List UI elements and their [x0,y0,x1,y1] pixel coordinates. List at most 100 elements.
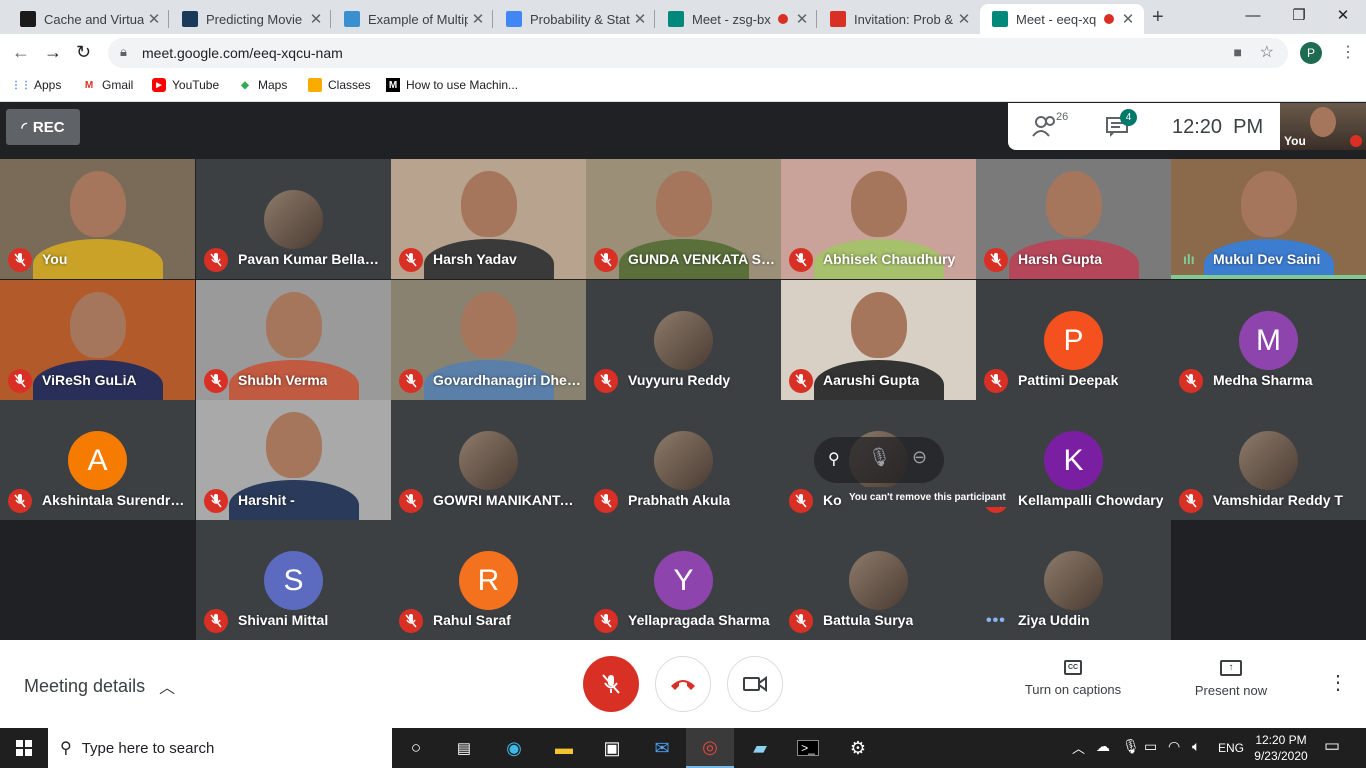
task-view-button[interactable]: ▤ [440,728,488,768]
more-options-icon[interactable]: ⋮ [1328,670,1348,695]
participant-tile[interactable]: Prabhath Akula [586,400,781,520]
participant-tile[interactable]: M Medha Sharma [1171,280,1366,400]
language-indicator[interactable]: ENG [1218,741,1244,755]
camera-icon[interactable]: ■ [1234,44,1242,60]
browser-tab[interactable]: Meet - zsg-bx ✕ [656,4,818,34]
participant-tile[interactable]: Pavan Kumar Bellamk... [196,159,391,279]
participant-tile[interactable]: You [0,159,195,279]
taskbar-chrome[interactable]: ◎ [686,728,734,768]
people-button[interactable]: 26 [1032,111,1068,142]
close-tab-icon[interactable]: ✕ [306,10,326,28]
participant-tile[interactable]: Abhisek Chaudhury [781,159,976,279]
apps-grid-icon: ⋮⋮ [11,79,31,91]
battery-icon[interactable]: ▭ [1144,738,1157,755]
self-preview[interactable]: You [1280,103,1366,150]
participant-tile[interactable]: GUNDA VENKATA SAI ... [586,159,781,279]
participant-name: Kellampalli Chowdary [1018,492,1164,508]
taskbar-terminal[interactable]: >_ [784,728,832,768]
omnibox[interactable]: 🔒︎ meet.google.com/eeq-xqcu-nam ■ ☆ [108,38,1288,68]
browser-tab[interactable]: Cache and Virtual ✕ [8,4,170,34]
participant-tile[interactable]: ••• Ziya Uddin [976,520,1171,640]
browser-tab[interactable]: Predicting Movie R ✕ [170,4,332,34]
volume-icon[interactable]: 🔈︎ [1192,738,1200,755]
participant-tile[interactable]: Govardhanagiri Dheeraj [391,280,586,400]
gmail-icon: M [84,79,94,91]
taskbar-mail[interactable]: ✉ [638,728,686,768]
menu-dots-icon[interactable]: ⋮ [1340,42,1356,62]
browser-tab[interactable]: Example of Multip ✕ [332,4,494,34]
participant-tile[interactable]: GOWRI MANIKANTA N... [391,400,586,520]
participant-tile[interactable]: P Pattimi Deepak [976,280,1171,400]
microphone-icon[interactable]: 🎙︎ [1122,738,1140,755]
participant-tile[interactable]: ılı Mukul Dev Saini [1171,159,1366,279]
close-window-icon[interactable]: ✕ [1320,0,1366,30]
remove-participant-icon[interactable]: ⊖ [912,447,927,468]
participant-tile[interactable]: Shubh Verma [196,280,391,400]
mute-participant-icon[interactable]: 🎙︎ [868,447,891,468]
taskbar-edge[interactable]: ◉ [490,728,538,768]
present-button[interactable]: ↑ Present now [1176,660,1286,700]
bookmark-youtube[interactable]: ▶ YouTube [152,78,219,92]
close-tab-icon[interactable]: ✕ [144,10,164,28]
participant-tile[interactable]: Vuyyuru Reddy [586,280,781,400]
participant-tile[interactable]: Aarushi Gupta [781,280,976,400]
leave-call-button[interactable] [655,656,711,712]
browser-tab[interactable]: Probability & Stati ✕ [494,4,656,34]
participant-tile[interactable]: Vamshidar Reddy T [1171,400,1366,520]
muted-mic-icon [984,369,1008,393]
recording-dot-icon [778,14,788,24]
participant-tile[interactable]: R Rahul Saraf [391,520,586,640]
participant-tile[interactable]: S Shivani Mittal [196,520,391,640]
taskbar-clock[interactable]: 12:20 PM 9/23/2020 [1250,732,1312,764]
bookmark-classes[interactable]: Classes [308,78,371,92]
meeting-details-button[interactable]: Meeting details ︿ [24,674,175,698]
chat-button[interactable]: 4 [1106,109,1137,142]
taskbar-store[interactable]: ▣ [588,728,636,768]
participant-tile[interactable]: Harsh Gupta [976,159,1171,279]
onedrive-icon[interactable]: ☁ [1096,738,1110,755]
bookmark-maps[interactable]: ◆ Maps [238,78,287,92]
participant-tile[interactable]: ViReSh GuLiA [0,280,195,400]
mic-toggle-button[interactable] [583,656,639,712]
muted-mic-icon [204,489,228,513]
recording-dot-icon [1104,14,1114,24]
camera-toggle-button[interactable] [727,656,783,712]
close-tab-icon[interactable]: ✕ [630,10,650,28]
close-tab-icon[interactable]: ✕ [792,10,812,28]
close-tab-icon[interactable]: ✕ [468,10,488,28]
tab-title: Meet - zsg-bx [692,11,771,27]
captions-button[interactable]: CC Turn on captions [1016,660,1130,699]
close-tab-icon[interactable]: ✕ [954,10,974,28]
participant-tile[interactable]: Harshit - [196,400,391,520]
taskbar-search-box[interactable]: ⚲ Type here to search [48,728,392,768]
taskbar-settings[interactable]: ⚙ [834,728,882,768]
participant-tile[interactable]: Y Yellapragada Sharma [586,520,781,640]
profile-avatar[interactable]: P [1300,42,1322,64]
cortana-button[interactable]: ○ [392,728,440,768]
taskbar-explorer[interactable]: ▬ [540,728,588,768]
bookmark-gmail[interactable]: M Gmail [82,78,134,92]
back-icon[interactable]: ← [12,42,30,63]
pin-icon[interactable]: ⚲ [828,449,840,469]
maximize-icon[interactable]: ❐ [1276,0,1322,30]
browser-tab[interactable]: Meet - eeq-xq ✕ [980,4,1144,34]
tray-chevron-icon[interactable]: ︿ [1072,738,1085,757]
bookmarks-bar: ⋮⋮ Apps M Gmail ▶ YouTube ◆ Maps Classes M Ho… [0,72,1366,102]
participant-tile[interactable]: A Akshintala Surendra ku... [0,400,195,520]
windows-start-button[interactable] [0,728,48,768]
notification-icon[interactable]: ▭ [1324,736,1340,756]
star-icon[interactable]: ☆ [1260,42,1274,62]
taskbar-app[interactable]: ▰ [736,728,784,768]
new-tab-icon[interactable]: + [1152,6,1164,29]
wifi-icon[interactable]: ◠ [1168,738,1180,755]
bookmark-howto[interactable]: M How to use Machin... [386,78,518,92]
forward-icon[interactable]: → [44,42,62,63]
bookmark-apps[interactable]: ⋮⋮ Apps [11,78,61,92]
close-tab-icon[interactable]: ✕ [1118,10,1138,28]
browser-tab[interactable]: Invitation: Prob & ✕ [818,4,980,34]
reload-icon[interactable]: ↻ [76,42,91,63]
minimize-icon[interactable]: — [1230,0,1276,30]
participant-tile[interactable]: Battula Surya [781,520,976,640]
muted-mic-icon [399,489,423,513]
participant-tile[interactable]: Harsh Yadav [391,159,586,279]
